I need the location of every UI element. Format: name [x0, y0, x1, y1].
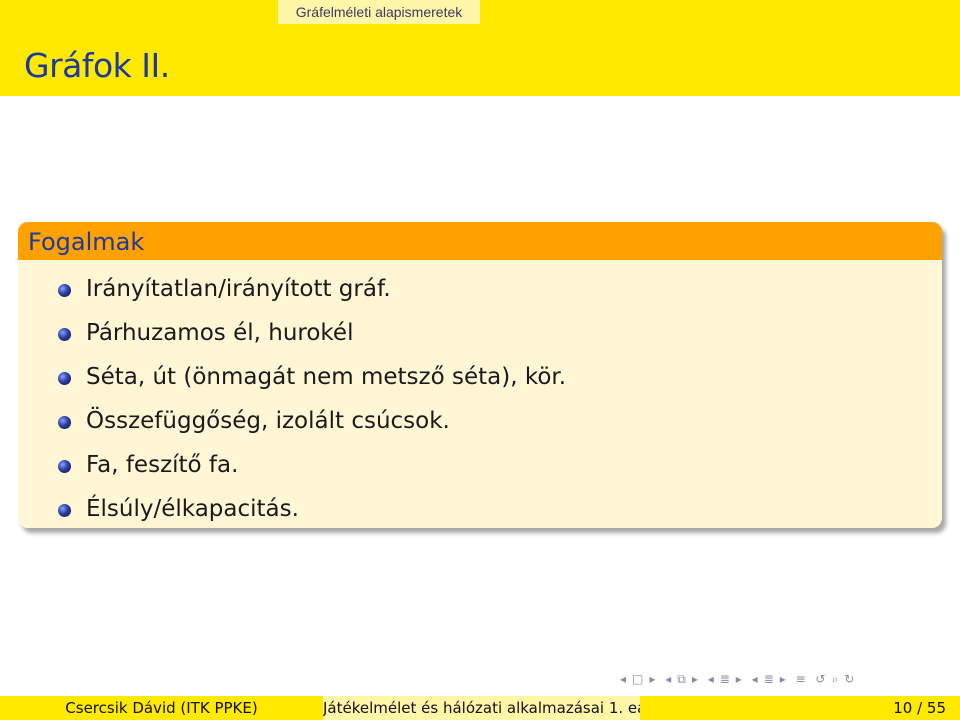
footer-course: Játékelmélet és hálózati alkalmazásai 1.…	[323, 696, 640, 720]
nav-frame-left-icon[interactable]: ◂	[665, 672, 671, 686]
nav-search-icon[interactable]: ⌕	[832, 672, 839, 687]
concepts-block: Fogalmak Irányítatlan/irányított gráf. P…	[18, 222, 942, 528]
nav-back-icon[interactable]: ↺	[816, 672, 826, 686]
footer-page-box: 10 / 55	[640, 696, 960, 720]
headline-left	[0, 0, 278, 24]
nav-section-icon[interactable]: ≣	[764, 672, 774, 686]
nav-forward-icon[interactable]: ↻	[844, 672, 854, 686]
bullet-icon	[58, 416, 71, 429]
footer-author: Csercsik Dávid (ITK PPKE)	[0, 696, 323, 720]
list-item-text: Fa, feszítő fa.	[86, 452, 239, 478]
nav-slide-right-icon[interactable]: ▸	[649, 672, 655, 686]
nav-subsection-right-icon[interactable]: ▸	[736, 672, 742, 686]
page-number: 10 / 55	[893, 699, 946, 717]
bullet-icon	[58, 372, 71, 385]
list-item-text: Összefüggőség, izolált csúcsok.	[86, 408, 450, 434]
frame-title: Gráfok II.	[24, 46, 170, 85]
list-item-text: Élsúly/élkapacitás.	[86, 496, 299, 522]
nav-subsection-icon[interactable]: ≣	[720, 672, 730, 686]
block-title: Fogalmak	[18, 222, 942, 260]
nav-subsection-left-icon[interactable]: ◂	[708, 672, 714, 686]
nav-frame-right-icon[interactable]: ▸	[692, 672, 698, 686]
footer: Csercsik Dávid (ITK PPKE) Játékelmélet é…	[0, 696, 960, 720]
bullet-icon	[58, 460, 71, 473]
list-item-text: Irányítatlan/irányított gráf.	[86, 276, 391, 302]
headline-bar: Gráfelméleti alapismeretek	[0, 0, 960, 24]
nav-slide-left-icon[interactable]: ◂	[620, 672, 626, 686]
headline-right	[480, 0, 960, 24]
nav-frame-icon[interactable]: ⧉	[677, 672, 686, 687]
bullet-icon	[58, 328, 71, 341]
list-item-text: Séta, út (önmagát nem metsző séta), kör.	[86, 364, 567, 390]
nav-section-left-icon[interactable]: ◂	[752, 672, 758, 686]
headline-section[interactable]: Gráfelméleti alapismeretek	[278, 0, 480, 24]
bullet-icon	[58, 504, 71, 517]
list-item-text: Párhuzamos él, hurokél	[86, 320, 354, 346]
nav-outline-icon[interactable]: ≡	[796, 672, 806, 686]
navigation-symbols: ◂ □ ▸ ◂ ⧉ ▸ ◂ ≣ ▸ ◂ ≣ ▸ ≡ ↺ ⌕ ↻	[620, 672, 950, 692]
nav-slide-icon[interactable]: □	[632, 672, 643, 686]
frame-title-bar: Gráfok II.	[0, 24, 960, 96]
nav-section-right-icon[interactable]: ▸	[780, 672, 786, 686]
bullet-icon	[58, 284, 71, 297]
